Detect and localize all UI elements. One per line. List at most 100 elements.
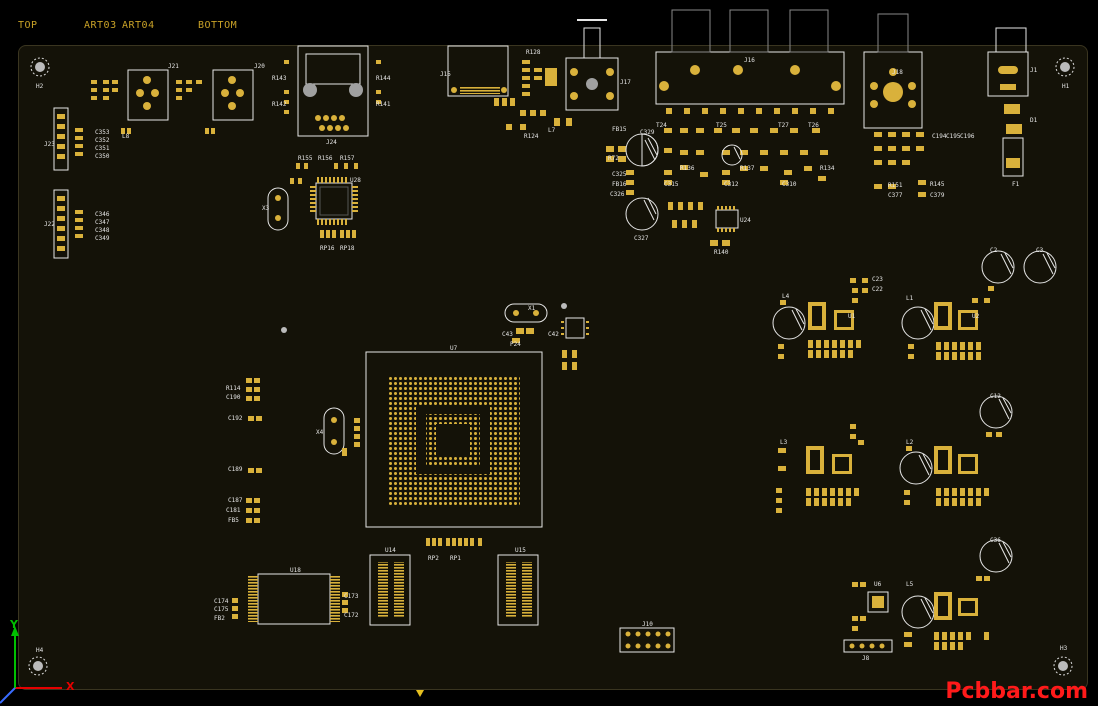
connector-j17[interactable] xyxy=(565,19,619,111)
label-rp16: RP16 xyxy=(320,245,335,252)
chip-u28[interactable] xyxy=(310,177,358,225)
capacitor-c2[interactable] xyxy=(981,250,1015,284)
label-c175: C175 xyxy=(214,606,229,613)
label-c195: C195 xyxy=(946,133,961,140)
watermark-text: Pcbbar.com xyxy=(945,679,1088,704)
label-j20: J20 xyxy=(254,63,265,70)
diode-d1[interactable] xyxy=(1004,104,1022,134)
label-fb16: FB16 xyxy=(612,181,627,188)
connector-j1-power[interactable] xyxy=(987,27,1029,97)
pad-group-x4 xyxy=(342,418,360,456)
label-c329: C329 xyxy=(640,129,655,136)
label-x1: X1 xyxy=(528,305,536,312)
label-j17: J17 xyxy=(620,79,631,86)
label-t25: T25 xyxy=(716,122,727,129)
label-r136: R136 xyxy=(680,165,695,172)
label-x4: X4 xyxy=(316,429,324,436)
bottom-marker-icon xyxy=(416,690,424,697)
label-c196: C196 xyxy=(960,133,975,140)
chip-u7-bga[interactable] xyxy=(365,351,543,528)
label-r137: R137 xyxy=(740,165,755,172)
label-rp2: RP2 xyxy=(428,555,439,562)
label-c347: C347 xyxy=(95,219,110,226)
chip-u18[interactable] xyxy=(248,573,340,625)
power-block-u2[interactable] xyxy=(901,286,994,360)
connector-j8[interactable] xyxy=(843,639,893,653)
label-c348: C348 xyxy=(95,227,110,234)
label-c351: C351 xyxy=(95,145,110,152)
connector-j22[interactable] xyxy=(53,189,69,259)
label-l3: L3 xyxy=(780,439,788,446)
pcb-viewer[interactable]: TOP ART03 ART04 BOTTOM U7 U14 U15 U18 U2… xyxy=(0,0,1098,706)
connector-j24-ethernet[interactable] xyxy=(297,45,369,137)
capacitor-c327[interactable] xyxy=(625,197,659,231)
chip-u14[interactable] xyxy=(369,554,411,626)
capacitor-c36[interactable] xyxy=(979,539,1013,573)
label-r144: R144 xyxy=(376,75,391,82)
crystal-x1[interactable] xyxy=(504,303,548,323)
label-c43: C43 xyxy=(502,331,513,338)
label-c349: C349 xyxy=(95,235,110,242)
label-h3: H3 xyxy=(1060,645,1068,652)
power-block-u4[interactable] xyxy=(776,424,864,513)
label-f1: F1 xyxy=(1012,181,1020,188)
mounting-hole-h1 xyxy=(1055,57,1075,77)
label-u18: U18 xyxy=(290,567,301,574)
label-j21: J21 xyxy=(168,63,179,70)
power-block-u5[interactable] xyxy=(899,432,1002,506)
fuse-f1[interactable] xyxy=(1002,137,1024,177)
label-u28: U28 xyxy=(350,177,361,184)
label-t26: T26 xyxy=(808,122,819,129)
fiducial-left xyxy=(281,327,287,333)
label-u1: U1 xyxy=(848,313,856,320)
label-r155: R155 xyxy=(298,155,313,162)
label-l5: L5 xyxy=(906,581,914,588)
label-c326: C326 xyxy=(610,191,625,198)
label-t27: T27 xyxy=(778,122,789,129)
capacitor-c3[interactable] xyxy=(1023,250,1057,284)
label-r128: R128 xyxy=(526,49,541,56)
connector-j21[interactable] xyxy=(127,69,169,121)
label-c194: C194 xyxy=(932,133,947,140)
label-u24: U24 xyxy=(740,217,751,224)
label-r156: R156 xyxy=(318,155,333,162)
fiducial-right xyxy=(561,303,567,309)
pad-group-j24-side xyxy=(284,60,381,114)
crystal-x3[interactable] xyxy=(267,187,289,231)
label-r151: R151 xyxy=(888,182,903,189)
mounting-hole-h4 xyxy=(28,656,48,676)
power-block-u6[interactable] xyxy=(852,576,990,650)
label-c350: C350 xyxy=(95,153,110,160)
label-c187: C187 xyxy=(228,497,243,504)
label-rp1: RP1 xyxy=(450,555,461,562)
label-j18: J18 xyxy=(892,69,903,76)
mounting-hole-h2 xyxy=(30,57,50,77)
label-h4: H4 xyxy=(36,647,44,654)
label-c379: C379 xyxy=(930,192,945,199)
connector-j20[interactable] xyxy=(212,69,254,121)
chip-u15[interactable] xyxy=(497,554,539,626)
label-l2: L2 xyxy=(906,439,914,446)
label-c327: C327 xyxy=(634,235,649,242)
label-c181: C181 xyxy=(226,507,241,514)
pad-group-j15-j17 xyxy=(494,60,572,130)
capacitor-c12[interactable] xyxy=(979,395,1013,429)
capacitor-c329[interactable] xyxy=(625,133,659,167)
chip-u24[interactable] xyxy=(715,206,739,232)
label-c325: C325 xyxy=(612,171,627,178)
chip-u3[interactable] xyxy=(561,317,589,339)
connector-j15[interactable] xyxy=(447,45,509,97)
label-j1: J1 xyxy=(1030,67,1038,74)
label-j8: J8 xyxy=(862,655,870,662)
label-u2: U2 xyxy=(972,313,980,320)
label-d1: D1 xyxy=(1030,117,1038,124)
label-r157: R157 xyxy=(340,155,355,162)
label-c36: C36 xyxy=(990,537,1001,544)
connector-j10[interactable] xyxy=(619,627,675,653)
label-l1: L1 xyxy=(906,295,914,302)
pad-group-rp xyxy=(426,538,482,546)
label-c189: C189 xyxy=(228,466,243,473)
connector-j23[interactable] xyxy=(53,107,69,171)
pcb-layout-canvas[interactable]: U7 U14 U15 U18 U28 U24 X1 X3 X4 J1 J22 J… xyxy=(0,0,1098,706)
crystal-x4[interactable] xyxy=(323,407,345,455)
